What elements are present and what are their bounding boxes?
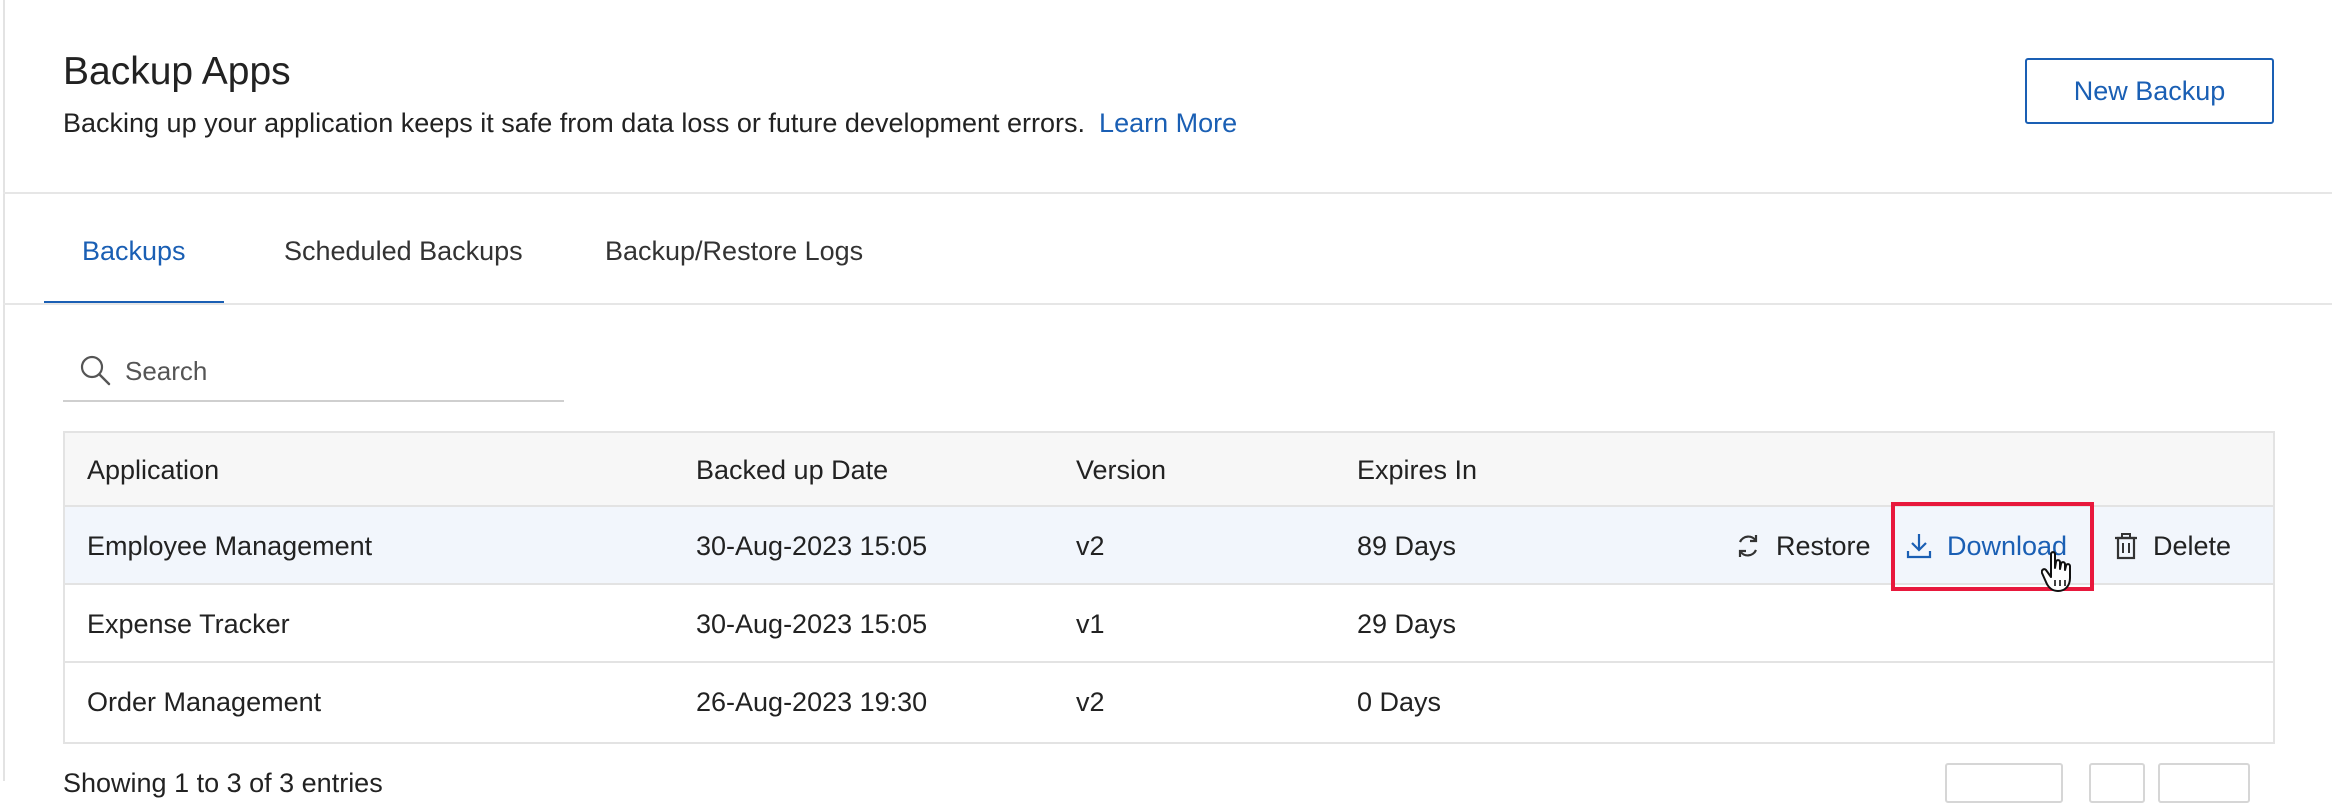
new-backup-button[interactable]: New Backup bbox=[2025, 58, 2274, 124]
search-box bbox=[63, 345, 564, 402]
tab-scheduled-backups[interactable]: Scheduled Backups bbox=[284, 236, 523, 267]
cell-application: Expense Tracker bbox=[87, 609, 290, 639]
column-header-expires-in: Expires In bbox=[1357, 455, 1478, 485]
pagination-summary: Showing 1 to 3 of 3 entries bbox=[63, 768, 383, 798]
cell-version: v2 bbox=[1076, 531, 1105, 561]
cell-expires-in: 0 Days bbox=[1357, 687, 1442, 717]
page-number-button[interactable] bbox=[2089, 763, 2145, 803]
cell-backed-up-date: 26-Aug-2023 19:30 bbox=[696, 687, 928, 717]
tab-backups[interactable]: Backups bbox=[82, 236, 186, 267]
table-header: Application Backed up Date Version Expir… bbox=[65, 433, 2273, 507]
previous-page-button[interactable] bbox=[1945, 763, 2063, 803]
tab-backup-restore-logs[interactable]: Backup/Restore Logs bbox=[605, 236, 863, 267]
tabs-divider bbox=[3, 303, 2332, 305]
trash-icon bbox=[2115, 533, 2137, 560]
page-description: Backing up your application keeps it saf… bbox=[63, 108, 1237, 139]
column-header-backed-up-date: Backed up Date bbox=[696, 455, 889, 485]
delete-button[interactable]: Delete bbox=[2113, 507, 2231, 585]
learn-more-link[interactable]: Learn More bbox=[1099, 108, 1237, 138]
restore-label: Restore bbox=[1776, 530, 1871, 561]
page-title: Backup Apps bbox=[63, 50, 291, 93]
column-header-application: Application bbox=[87, 455, 220, 485]
table-row[interactable]: Employee Management 30-Aug-2023 15:05 v2… bbox=[65, 507, 2273, 585]
cell-expires-in: 29 Days bbox=[1357, 609, 1457, 639]
cell-expires-in: 89 Days bbox=[1357, 531, 1457, 561]
backups-table: Application Backed up Date Version Expir… bbox=[63, 431, 2275, 744]
search-input[interactable] bbox=[123, 351, 547, 391]
description-text: Backing up your application keeps it saf… bbox=[63, 108, 1086, 138]
table-row[interactable]: Order Management 26-Aug-2023 19:30 v2 0 … bbox=[65, 663, 2273, 741]
refresh-icon bbox=[1738, 535, 1758, 557]
column-header-version: Version bbox=[1076, 455, 1167, 485]
cell-version: v2 bbox=[1076, 687, 1105, 717]
hand-cursor-icon bbox=[2041, 551, 2071, 592]
next-page-button[interactable] bbox=[2158, 763, 2250, 803]
cell-application: Order Management bbox=[87, 687, 322, 717]
delete-label: Delete bbox=[2153, 530, 2232, 561]
cell-version: v1 bbox=[1076, 609, 1105, 639]
table-row[interactable]: Expense Tracker 30-Aug-2023 15:05 v1 29 … bbox=[65, 585, 2273, 663]
header-divider bbox=[3, 192, 2332, 194]
search-icon bbox=[80, 355, 111, 386]
cell-backed-up-date: 30-Aug-2023 15:05 bbox=[696, 531, 928, 561]
restore-button[interactable]: Restore bbox=[1734, 507, 1871, 585]
cell-backed-up-date: 30-Aug-2023 15:05 bbox=[696, 609, 928, 639]
download-icon bbox=[1906, 534, 1932, 559]
cell-application: Employee Management bbox=[87, 531, 373, 561]
